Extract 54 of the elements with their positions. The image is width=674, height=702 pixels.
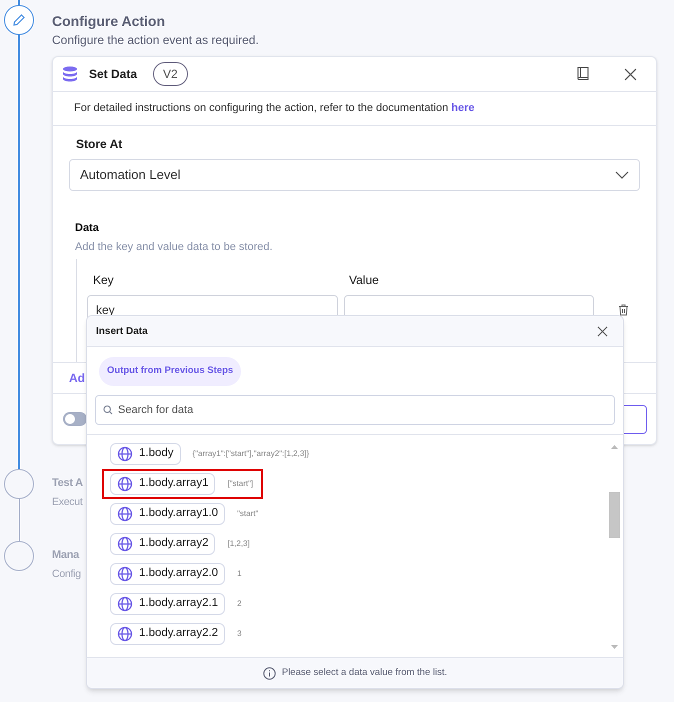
- data-value: [1,2,3]: [227, 538, 250, 550]
- step-description: Config: [52, 567, 81, 582]
- data-value: ["start"]: [227, 478, 254, 490]
- step-title: Configure Action: [52, 12, 166, 31]
- data-key: 1.body.array2.0: [139, 565, 218, 583]
- section-title: Data: [75, 221, 100, 236]
- globe-icon: [117, 536, 133, 552]
- data-value: "start": [237, 508, 258, 520]
- step-title: Mana: [52, 548, 80, 563]
- column-header: Value: [348, 272, 380, 289]
- close-icon[interactable]: [624, 68, 637, 80]
- source-tab[interactable]: Output from Previous Steps: [99, 357, 242, 386]
- data-value: 3: [237, 628, 242, 640]
- data-key: 1.body.array2.1: [139, 595, 218, 613]
- add-link[interactable]: Ad: [69, 369, 85, 387]
- documentation-link[interactable]: here: [451, 102, 475, 114]
- globe-icon: [117, 626, 133, 642]
- card-title: Set Data: [89, 66, 138, 83]
- search-field[interactable]: Search for data: [95, 395, 615, 425]
- globe-icon: [117, 506, 133, 522]
- data-key: 1.body.array2: [139, 535, 208, 553]
- info-text: For detailed instructions on configuring the action, refer to the documentation here: [74, 101, 475, 116]
- globe-icon: [117, 596, 133, 612]
- footer-hint: Please select a data value from the list.: [282, 666, 448, 680]
- step-description: Configure the action event as required.: [52, 32, 259, 49]
- step-description: Execut: [52, 495, 83, 510]
- search-icon: [103, 405, 113, 415]
- store-at-dropdown[interactable]: Automation Level: [69, 159, 640, 191]
- data-row[interactable]: 1.body.array1 ["start"]: [102, 469, 264, 499]
- popover-title: Insert Data: [96, 324, 148, 338]
- globe-icon: [117, 566, 133, 582]
- trash-icon[interactable]: [618, 304, 629, 316]
- version-badge: V2: [153, 62, 188, 86]
- data-key: 1.body.array2.2: [139, 625, 218, 643]
- column-header: Key: [92, 272, 115, 289]
- data-value: 2: [237, 598, 242, 610]
- data-key: 1.body: [139, 445, 174, 463]
- info-icon: [262, 666, 276, 680]
- book-icon[interactable]: [576, 66, 590, 82]
- field-label: Store At: [76, 136, 124, 153]
- data-row[interactable]: 1.body.array2 [1,2,3]: [102, 529, 260, 559]
- step-title: Test A: [52, 476, 83, 491]
- data-value: {"array1":["start"],"array2":[1,2,3]}: [192, 448, 310, 460]
- toggle-switch[interactable]: [63, 412, 87, 426]
- section-hint: Add the key and value data to be stored.: [75, 240, 274, 254]
- close-icon[interactable]: [597, 326, 608, 336]
- data-key: 1.body.array1.0: [139, 505, 218, 523]
- data-key: 1.body.array1: [139, 475, 208, 493]
- data-value: 1: [237, 568, 242, 580]
- data-row[interactable]: 1.body {"array1":["start"],"array2":[1,2,3]}: [102, 439, 320, 469]
- globe-icon: [117, 476, 133, 492]
- chevron-down-icon: [615, 171, 629, 179]
- globe-icon: [117, 446, 133, 462]
- database-icon: [61, 65, 79, 83]
